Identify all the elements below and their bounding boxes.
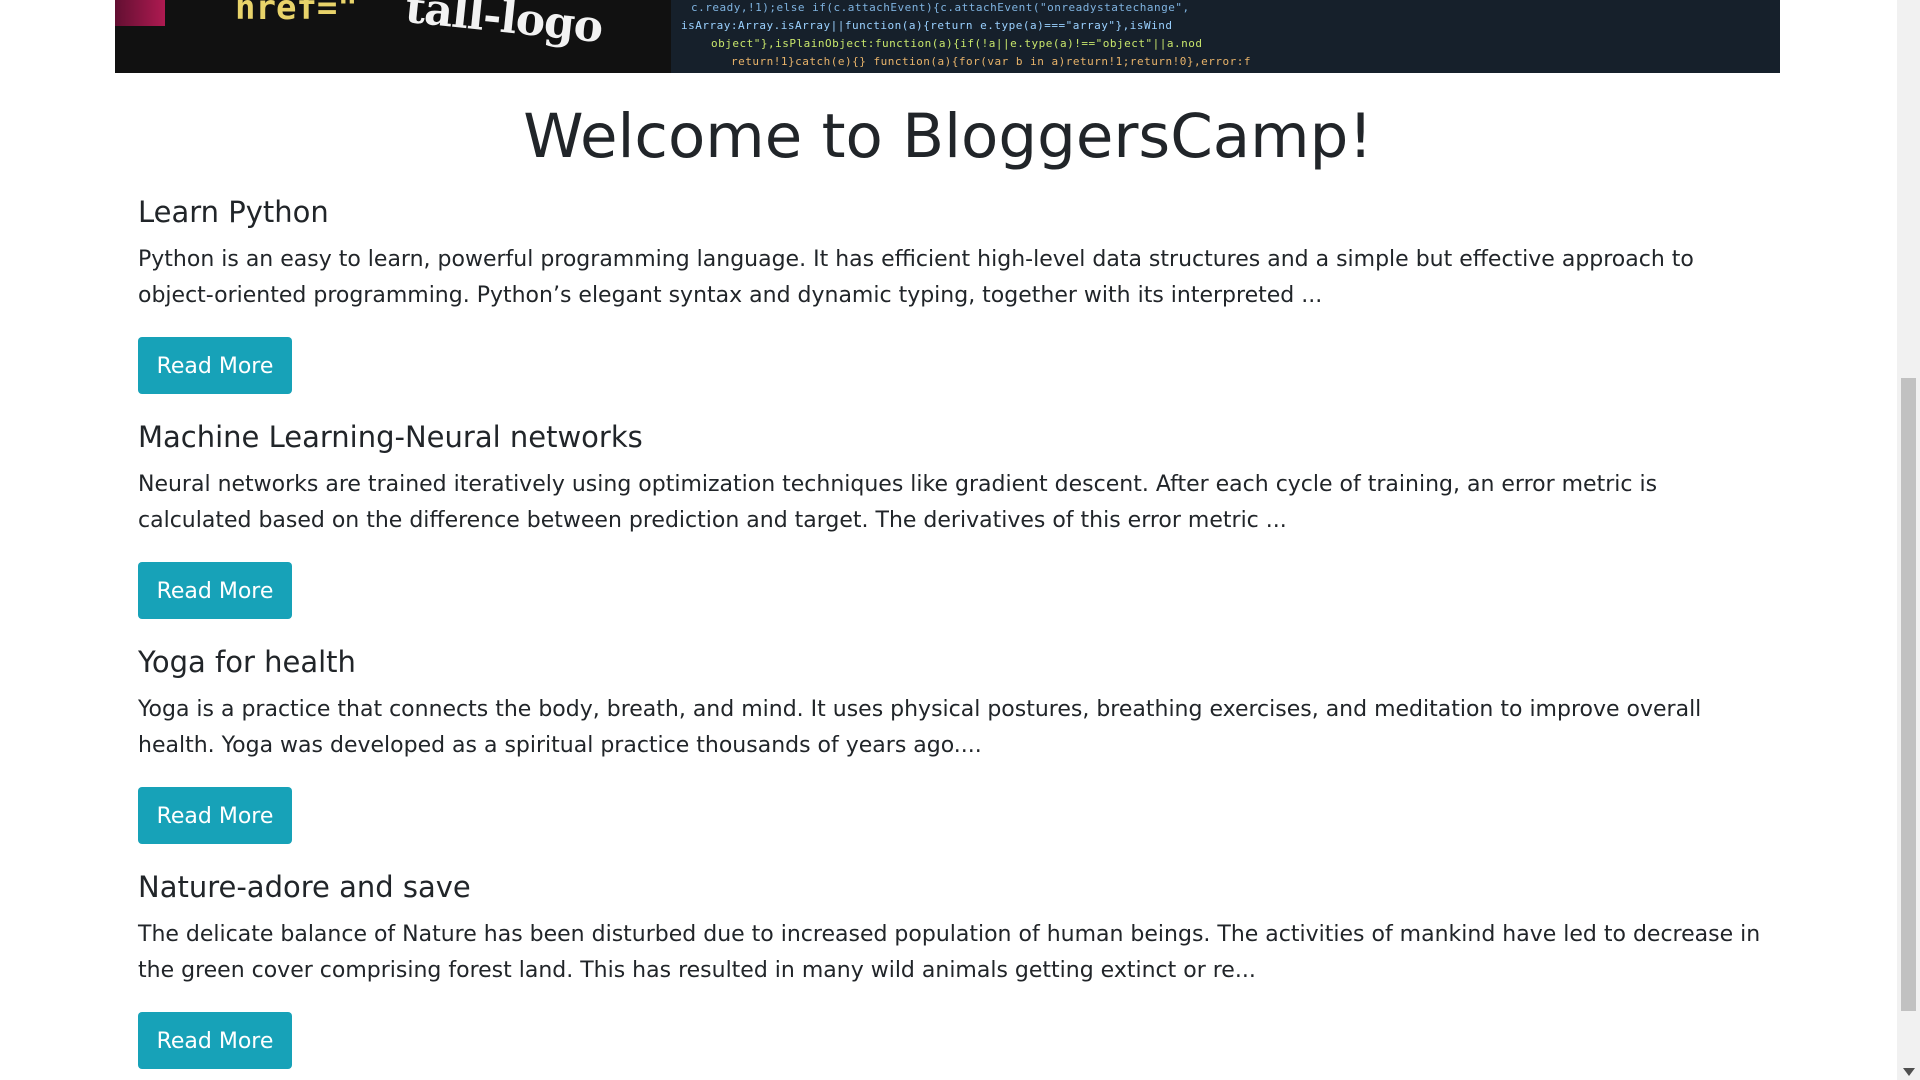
read-more-button[interactable]: Read More [138, 1012, 292, 1069]
post-card: Learn Python Python is an easy to learn,… [138, 192, 1768, 394]
hero-image-left: href=" tall-logo [115, 0, 671, 73]
hero-banner-image: href=" tall-logo c.ready,!1);else if(c.a… [115, 0, 1780, 73]
hero-logo-text: tall-logo [402, 0, 605, 54]
scroll-down-arrow-icon[interactable] [1903, 1068, 1915, 1076]
read-more-button[interactable]: Read More [138, 787, 292, 844]
post-title: Learn Python [138, 195, 329, 229]
hero-code-line: c.ready,!1);else if(c.attachEvent){c.att… [691, 1, 1190, 14]
post-card: Yoga for health Yoga is a practice that … [138, 642, 1768, 844]
hero-image-code: c.ready,!1);else if(c.attachEvent){c.att… [671, 0, 1780, 73]
read-more-button[interactable]: Read More [138, 562, 292, 619]
hero-code-line: object"},isPlainObject:function(a){if(!a… [711, 37, 1203, 50]
scrollbar-thumb[interactable] [1901, 378, 1916, 1011]
page-viewport: href=" tall-logo c.ready,!1);else if(c.a… [0, 0, 1920, 1080]
post-excerpt: The delicate balance of Nature has been … [138, 922, 1761, 983]
post-excerpt: Yoga is a practice that connects the bod… [138, 697, 1702, 758]
post-excerpt: Neural networks are trained iteratively … [138, 472, 1658, 533]
read-more-button[interactable]: Read More [138, 337, 292, 394]
post-card: Nature-adore and save The delicate balan… [138, 867, 1768, 1069]
hero-code-attr: href=" [235, 0, 358, 28]
hero-decoration [115, 0, 165, 26]
post-title: Machine Learning-Neural networks [138, 420, 643, 454]
post-title: Yoga for health [138, 645, 356, 679]
page-title: Welcome to BloggersCamp! [523, 101, 1373, 172]
post-card: Machine Learning-Neural networks Neural … [138, 417, 1768, 619]
hero-code-line: return!1}catch(e){} function(a){for(var … [731, 55, 1251, 68]
hero-code-line: isArray:Array.isArray||function(a){retur… [681, 19, 1173, 32]
post-title: Nature-adore and save [138, 870, 471, 904]
vertical-scrollbar[interactable] [1897, 0, 1920, 1080]
post-excerpt: Python is an easy to learn, powerful pro… [138, 247, 1694, 308]
